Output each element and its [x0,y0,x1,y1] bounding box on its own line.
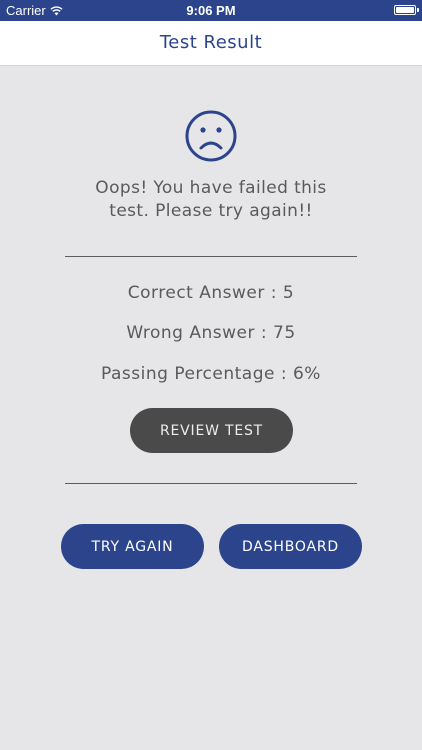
divider-bottom [65,483,357,484]
divider-top [65,256,357,257]
battery-icon [394,5,419,15]
review-test-button[interactable]: REVIEW TEST [130,408,293,453]
result-message-line-2: test. Please try again!! [109,201,313,221]
correct-answer-stat: Correct Answer : 5 [127,283,295,303]
dashboard-button[interactable]: DASHBOARD [219,524,362,569]
page-title: Test Result [159,32,263,53]
try-again-button[interactable]: TRY AGAIN [61,524,204,569]
status-time: 9:06 PM [186,3,236,18]
result-message: Oops! You have failed this test. Please … [40,177,382,223]
wrong-answer-stat: Wrong Answer : 75 [126,323,296,343]
navigation-bar: Test Result [0,21,422,66]
passing-percentage-stat: Passing Percentage : 6% [101,364,321,384]
result-message-line-1: Oops! You have failed this [95,178,327,198]
sad-face-icon [185,110,237,162]
status-bar: Carrier 9:06 PM [0,0,422,21]
